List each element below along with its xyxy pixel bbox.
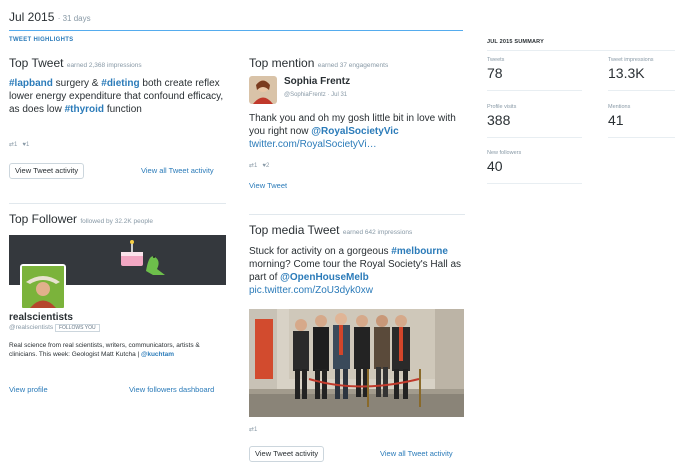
new-followers-label: New followers (487, 150, 522, 156)
realscientists-avatar-image (22, 266, 64, 308)
summary-divider (487, 183, 582, 184)
summary-divider (608, 90, 675, 91)
hashtag-link[interactable]: #lapband (9, 78, 53, 89)
top-mention-sub: earned 37 engagements (317, 62, 389, 69)
profile-visits-value: 388 (487, 112, 511, 128)
top-follower-title: Top Follower followed by 32.2K people (9, 212, 153, 226)
top-follower-heading: Top Follower (9, 212, 78, 226)
top-media-title: Top media Tweet earned 642 impressions (249, 223, 412, 237)
follower-name[interactable]: realscientists (9, 312, 73, 323)
mention-link[interactable]: @OpenHouseMelb (280, 272, 369, 283)
retweet-count: 1 (14, 142, 18, 148)
sophia-avatar-image (249, 76, 277, 104)
mention-author-handle[interactable]: @SophiaFrentz (284, 92, 326, 98)
hashtag-link[interactable]: #melbourne (391, 246, 448, 257)
tweets-label: Tweets (487, 57, 505, 63)
mention-author-meta: @SophiaFrentz · Jul 31 (284, 92, 347, 98)
top-tweet-sub: earned 2,368 impressions (66, 62, 142, 69)
top-mention-title: Top mention earned 37 engagements (249, 56, 388, 70)
tweet-url-link[interactable]: twitter.com/RoyalSocietyVi… (249, 139, 377, 150)
summary-title: JUL 2015 SUMMARY (487, 39, 544, 45)
follower-handle[interactable]: @realscientists (9, 324, 53, 331)
pic-url-link[interactable]: pic.twitter.com/ZoU3dyk0xw (249, 285, 373, 296)
tweet-text-segment: function (104, 104, 142, 115)
avatar[interactable] (20, 264, 66, 310)
top-tweet-stats: ⇄1 ♥1 (9, 141, 29, 148)
mentions-value: 41 (608, 112, 624, 128)
view-tweet-activity-button[interactable]: View Tweet activity (9, 163, 85, 179)
hashtag-link[interactable]: #dieting (101, 78, 139, 89)
summary-divider (487, 50, 675, 51)
like-count: 2 (265, 163, 270, 169)
media-photo[interactable] (249, 309, 464, 417)
view-all-tweet-activity-link[interactable]: View all Tweet activity (380, 449, 453, 458)
retweet-count: 1 (254, 427, 258, 433)
summary-divider (608, 137, 675, 138)
top-tweet-text: #lapband surgery & #dieting both create … (9, 77, 224, 116)
top-tweet-title: Top Tweet earned 2,368 impressions (9, 56, 142, 70)
summary-divider (487, 90, 582, 91)
highlights-label: TWEET HIGHLIGHTS (9, 37, 74, 43)
avatar[interactable] (249, 76, 277, 104)
hashtag-link[interactable]: #thyroid (65, 104, 104, 115)
new-followers-value: 40 (487, 158, 503, 174)
retweet-count: 1 (254, 163, 258, 169)
profile-visits-label: Profile visits (487, 104, 517, 110)
follower-handle-row: @realscientists FOLLOWS YOU (9, 324, 100, 332)
month-label: Jul 2015 (9, 10, 55, 24)
top-mention-stats: ⇄1 ♥2 (249, 162, 269, 169)
bio-mention-link[interactable]: @kuchtam (141, 351, 174, 358)
section-divider (9, 203, 226, 204)
tweet-text-segment: surgery & (52, 78, 102, 89)
view-all-tweet-activity-link[interactable]: View all Tweet activity (141, 166, 214, 175)
impressions-label: Tweet impressions (608, 57, 654, 63)
top-tweet-heading: Top Tweet (9, 56, 64, 70)
view-followers-dashboard-link[interactable]: View followers dashboard (129, 385, 214, 394)
view-tweet-activity-button[interactable]: View Tweet activity (249, 446, 325, 462)
summary-divider (487, 137, 582, 138)
follower-bio: Real science from real scientists, write… (9, 341, 226, 359)
like-count: 1 (25, 142, 30, 148)
top-media-stats: ⇄1 (249, 426, 257, 433)
days-label: · 31 days (57, 14, 91, 23)
month-header: Jul 2015 · 31 days (9, 10, 91, 24)
view-profile-link[interactable]: View profile (9, 385, 48, 394)
tweets-value: 78 (487, 65, 503, 81)
top-mention-text: Thank you and oh my gosh little bit in l… (249, 112, 465, 151)
top-media-heading: Top media Tweet (249, 223, 340, 237)
group-photo-image (249, 309, 464, 417)
mentions-label: Mentions (608, 104, 631, 110)
mention-author-name[interactable]: Sophia Frentz (284, 76, 350, 87)
section-divider (249, 214, 465, 215)
impressions-value: 13.3K (608, 65, 645, 81)
mention-link[interactable]: @RoyalSocietyVic (311, 126, 398, 137)
follows-you-badge: FOLLOWS YOU (54, 324, 100, 332)
media-body: Stuck for activity on a gorgeous (249, 246, 392, 257)
top-mention-heading: Top mention (249, 56, 315, 70)
mention-date: · Jul 31 (327, 92, 348, 98)
header-divider (9, 30, 463, 31)
top-media-sub: earned 642 impressions (342, 229, 413, 236)
top-media-text: Stuck for activity on a gorgeous #melbou… (249, 245, 466, 297)
top-follower-sub: followed by 32.2K people (80, 218, 154, 225)
view-tweet-link[interactable]: View Tweet (249, 181, 287, 190)
